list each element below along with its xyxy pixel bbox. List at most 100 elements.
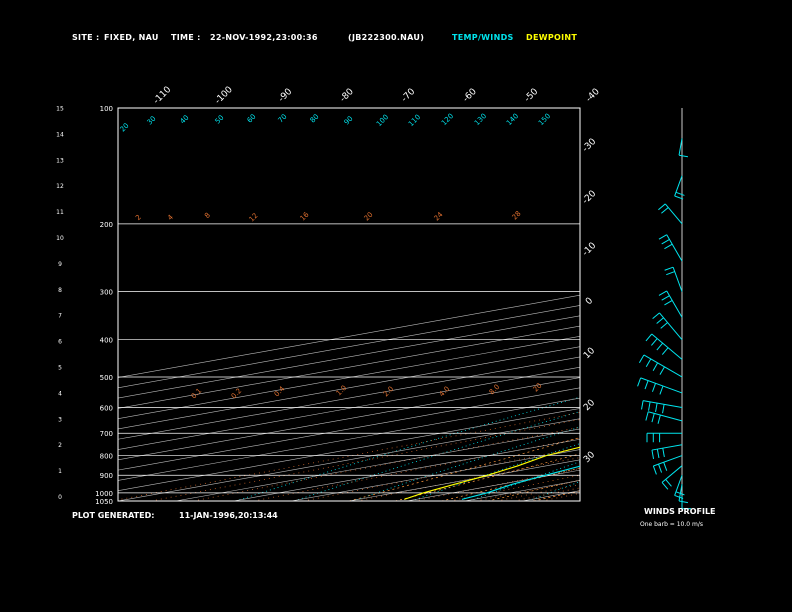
wind-barb-flag: [652, 465, 657, 475]
mixing-ratio-line: [513, 487, 580, 501]
wind-barb-flag: [666, 271, 675, 276]
wind-barb-flag: [651, 383, 657, 392]
dry-adiabat: [646, 108, 792, 501]
isotherm-label: -30: [581, 137, 599, 155]
height-tick-label: 6: [58, 339, 62, 346]
wind-barb-flag: [661, 347, 669, 355]
isotherm-line: [464, 480, 580, 501]
moist-adiabat: [533, 490, 580, 501]
isotherm-label: -70: [400, 87, 418, 105]
isotherm-line: [118, 325, 580, 409]
mixing-ratio-line: [449, 474, 580, 501]
mixing-ratio-line: [413, 468, 580, 501]
isotherm-label: -10: [581, 241, 599, 259]
isotherm-line: [118, 305, 580, 389]
height-tick-label: 5: [58, 365, 62, 372]
mixing-ratio-line: [356, 457, 580, 501]
wind-barb-flag: [661, 295, 670, 301]
temperature-line: [461, 465, 580, 500]
wind-barb-flag: [664, 266, 674, 271]
wind-barb-flag: [658, 234, 667, 240]
isotherm-line: [406, 469, 580, 501]
mixing-ratio-label: 4: [166, 213, 175, 222]
mixing-ratio-label: 28: [511, 210, 523, 222]
dry-adiabat: [704, 108, 792, 501]
moist-adiabats: [348, 437, 580, 501]
pressure-label: 800: [100, 453, 113, 461]
isotherm-line: [175, 428, 580, 501]
mixing-ratio-label: 0.1: [190, 387, 204, 401]
wind-barb-flag: [638, 354, 645, 364]
isotherm-line: [118, 294, 580, 378]
wind-barb: [661, 465, 683, 483]
dry-adiabat-label: 50: [214, 114, 226, 126]
dry-adiabat-label: 60: [246, 113, 258, 125]
pressure-label: 500: [100, 374, 113, 382]
wind-barb-flag: [661, 482, 669, 490]
dry-adiabat-label: 70: [277, 113, 289, 125]
mixing-ratio-line: [253, 437, 580, 501]
wind-barb-flag: [645, 333, 653, 342]
mixing-ratio-line: [150, 419, 580, 501]
height-tick-label: 7: [58, 313, 62, 320]
isotherm-label: -20: [581, 189, 599, 207]
dry-adiabat-label: 80: [309, 113, 321, 125]
mixing-ratio-label: 2: [134, 213, 143, 222]
isotherm-line: [118, 336, 580, 419]
isotherm-line: [118, 366, 580, 450]
dry-adiabat-label: 140: [505, 112, 520, 127]
isotherm-label: 10: [582, 346, 597, 361]
isotherm-label: -100: [213, 85, 235, 107]
pressure-label: 700: [100, 430, 113, 438]
isotherm-line: [118, 397, 580, 481]
dry-adiabat: [352, 426, 580, 501]
mixing-ratio-label: 8: [203, 211, 212, 220]
wind-barb: [678, 138, 683, 156]
mixing-ratio-label: 2.0: [382, 385, 396, 399]
dry-adiabat-label: 120: [440, 112, 455, 127]
height-tick-label: 1: [58, 468, 62, 475]
wind-barb: [664, 203, 683, 225]
isotherm-line: [118, 346, 580, 430]
dry-adiabat-label: 150: [537, 112, 552, 127]
dry-adiabat-label: 130: [473, 112, 488, 127]
isotherm-line: [118, 315, 580, 399]
dry-adiabat-label: 30: [146, 115, 158, 127]
isotherm-label: 20: [582, 398, 597, 413]
pressure-label: 300: [100, 289, 113, 297]
isotherm-label: -60: [461, 87, 479, 105]
mixing-ratio-lines: [118, 412, 580, 501]
mixing-ratio-label: 1.0: [335, 384, 349, 398]
wind-barb-flag: [660, 322, 668, 329]
isotherm-line: [291, 449, 580, 501]
isotherm-label: 30: [582, 450, 597, 465]
isotherm-line: [118, 356, 580, 440]
wind-barb-flag: [656, 317, 664, 324]
isotherm-label: -80: [338, 87, 356, 105]
pressure-label: 600: [100, 404, 113, 412]
isotherm-line: [118, 377, 580, 461]
height-tick-label: 3: [58, 416, 62, 423]
dry-adiabat: [411, 443, 580, 501]
wind-barb-flag: [648, 401, 651, 411]
height-tick-label: 10: [56, 235, 64, 242]
wind-barb-flag: [662, 448, 665, 458]
wind-barb-flag: [658, 290, 667, 296]
plot-frame: [117, 107, 581, 502]
wind-barb-flag: [651, 449, 655, 460]
wind-barb-flag: [664, 243, 673, 250]
height-tick-label: 13: [56, 157, 64, 164]
moist-adiabat: [348, 437, 580, 501]
wind-barb-flag: [652, 362, 659, 371]
wind-barb-flag: [658, 463, 663, 473]
mixing-ratio-line: [528, 490, 580, 501]
dry-adiabat: [469, 461, 580, 501]
wind-barb-flag: [659, 366, 665, 375]
isotherm-label: -90: [277, 87, 295, 105]
dry-adiabat: [763, 108, 792, 501]
mixing-ratio-line: [541, 492, 580, 501]
mixing-ratio-line: [496, 484, 580, 501]
wind-barb-flag: [656, 449, 660, 459]
wind-profile: [637, 108, 691, 510]
pressure-label: 1050: [95, 498, 113, 506]
